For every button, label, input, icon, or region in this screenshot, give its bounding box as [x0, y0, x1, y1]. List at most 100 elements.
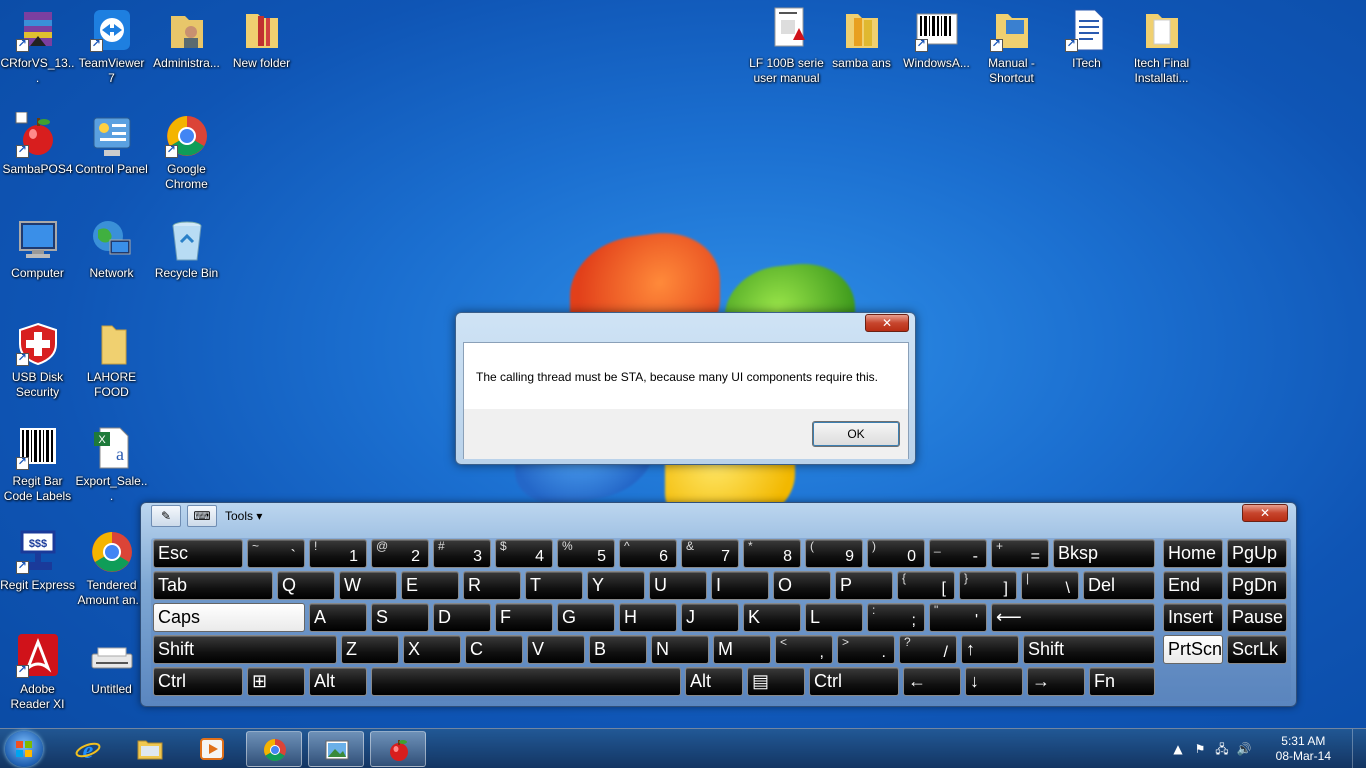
key-insert[interactable]: Insert	[1163, 603, 1223, 632]
key-r[interactable]: R	[463, 571, 521, 600]
key-up-arrow[interactable]: ↑	[961, 635, 1019, 664]
key-enter[interactable]: ⟵	[991, 603, 1155, 632]
desktop-icon-tendered-amount[interactable]: Tendered Amount an...	[74, 528, 149, 608]
key-down-arrow[interactable]: ↓	[965, 667, 1023, 696]
key-space[interactable]	[371, 667, 681, 696]
key-left-alt[interactable]: Alt	[309, 667, 367, 696]
desktop-icon-itech-final[interactable]: Itech Final Installati...	[1124, 6, 1199, 86]
key-g[interactable]: G	[557, 603, 615, 632]
key-grave[interactable]: ~ `	[247, 539, 305, 568]
taskbar-media-player[interactable]	[184, 731, 240, 767]
key-j[interactable]: J	[681, 603, 739, 632]
action-center-flag-icon[interactable]: ⚑	[1192, 741, 1208, 757]
key-scroll-lock[interactable]: ScrLk	[1227, 635, 1287, 664]
key-3[interactable]: #3	[433, 539, 491, 568]
desktop-icon-lahore-food[interactable]: LAHORE FOOD	[74, 320, 149, 400]
key-7[interactable]: & 7	[681, 539, 739, 568]
desktop-icon-regit-barcode[interactable]: Regit Bar Code Labels	[0, 424, 75, 504]
key-0[interactable]: ) 0	[867, 539, 925, 568]
desktop-icon-adobe-reader[interactable]: Adobe Reader XI	[0, 632, 75, 712]
key-a[interactable]: A	[309, 603, 367, 632]
pen-icon[interactable]: ✎	[151, 505, 181, 527]
key-4[interactable]: $4	[495, 539, 553, 568]
key-h[interactable]: H	[619, 603, 677, 632]
desktop-icon-teamviewer[interactable]: TeamViewer 7	[74, 6, 149, 86]
key-p[interactable]: P	[835, 571, 893, 600]
key-right-ctrl[interactable]: Ctrl	[809, 667, 899, 696]
ok-button[interactable]: OK	[812, 421, 900, 447]
key-b[interactable]: B	[589, 635, 647, 664]
key-left-ctrl[interactable]: Ctrl	[153, 667, 243, 696]
desktop-icon-sambapos[interactable]: SambaPOS4	[0, 111, 75, 177]
key-equals[interactable]: + =	[991, 539, 1049, 568]
chevron-up-icon[interactable]: ▲	[1170, 741, 1186, 757]
key-print-screen[interactable]: PrtScn	[1163, 635, 1223, 664]
keyboard-icon[interactable]: ⌨	[187, 505, 217, 527]
key-esc[interactable]: Esc	[153, 539, 243, 568]
key-period[interactable]: >.	[837, 635, 895, 664]
key-k[interactable]: K	[743, 603, 801, 632]
key-home[interactable]: Home	[1163, 539, 1223, 568]
key-delete[interactable]: Del	[1083, 571, 1155, 600]
key-left-bracket[interactable]: {[	[897, 571, 955, 600]
taskbar-windows-explorer[interactable]	[122, 731, 178, 767]
key-right-arrow[interactable]: →	[1027, 667, 1085, 696]
key-right-alt[interactable]: Alt	[685, 667, 743, 696]
desktop-icon-new-folder[interactable]: New folder	[224, 6, 299, 71]
desktop-icon-lf100b-manual[interactable]: LF 100B serie user manual	[749, 6, 824, 86]
key-w[interactable]: W	[339, 571, 397, 600]
desktop-icon-google-chrome[interactable]: Google Chrome	[149, 112, 224, 192]
desktop-icon-untitled[interactable]: Untitled	[74, 632, 149, 697]
taskbar-internet-explorer[interactable]: e	[60, 731, 116, 767]
key-c[interactable]: C	[465, 635, 523, 664]
key-l[interactable]: L	[805, 603, 863, 632]
key-right-bracket[interactable]: }]	[959, 571, 1017, 600]
desktop-icon-windowsa[interactable]: WindowsA...	[899, 6, 974, 71]
key-quote[interactable]: " '	[929, 603, 987, 632]
desktop-icon-export-sale[interactable]: Xa Export_Sale...	[74, 424, 149, 504]
key-backslash[interactable]: | \	[1021, 571, 1079, 600]
key-windows[interactable]: ⊞	[247, 667, 305, 696]
desktop-icon-administrator[interactable]: Administra...	[149, 6, 224, 71]
key-x[interactable]: X	[403, 635, 461, 664]
key-end[interactable]: End	[1163, 571, 1223, 600]
key-s[interactable]: S	[371, 603, 429, 632]
key-right-shift[interactable]: Shift	[1023, 635, 1155, 664]
key-6[interactable]: ^ 6	[619, 539, 677, 568]
key-8[interactable]: * 8	[743, 539, 801, 568]
start-button[interactable]	[5, 731, 43, 767]
keyboard-close-button[interactable]: ✕	[1242, 504, 1288, 522]
key-e[interactable]: E	[401, 571, 459, 600]
key-o[interactable]: O	[773, 571, 831, 600]
key-9[interactable]: (9	[805, 539, 863, 568]
tools-menu[interactable]: Tools ▾	[225, 509, 262, 523]
show-desktop-button[interactable]	[1352, 729, 1366, 768]
key-slash[interactable]: ? /	[899, 635, 957, 664]
desktop-icon-samba-ans[interactable]: samba ans	[824, 6, 899, 71]
key-tab[interactable]: Tab	[153, 571, 273, 600]
network-status-icon[interactable]: 🖧	[1214, 741, 1230, 757]
desktop-icon-recycle-bin[interactable]: Recycle Bin	[149, 216, 224, 281]
key-z[interactable]: Z	[341, 635, 399, 664]
key-left-arrow[interactable]: ←	[903, 667, 961, 696]
key-caps-lock[interactable]: Caps	[153, 603, 305, 632]
key-f[interactable]: F	[495, 603, 553, 632]
clock[interactable]: 5:31 AM 08-Mar-14	[1276, 734, 1331, 764]
key-q[interactable]: Q	[277, 571, 335, 600]
dialog-close-button[interactable]: ✕	[865, 314, 909, 332]
key-y[interactable]: Y	[587, 571, 645, 600]
taskbar-image-viewer[interactable]	[308, 731, 364, 767]
key-1[interactable]: ! 1	[309, 539, 367, 568]
key-pgup[interactable]: PgUp	[1227, 539, 1287, 568]
key-left-shift[interactable]: Shift	[153, 635, 337, 664]
desktop-icon-manual-shortcut[interactable]: Manual - Shortcut	[974, 6, 1049, 86]
key-comma[interactable]: <,	[775, 635, 833, 664]
desktop-icon-usb-disk-security[interactable]: USB Disk Security	[0, 320, 75, 400]
key-i[interactable]: I	[711, 571, 769, 600]
key-semicolon[interactable]: :;	[867, 603, 925, 632]
desktop-icon-control-panel[interactable]: Control Panel	[74, 112, 149, 177]
desktop-icon-itech[interactable]: ITech	[1049, 6, 1124, 71]
key-m[interactable]: M	[713, 635, 771, 664]
key-fn[interactable]: Fn	[1089, 667, 1155, 696]
key-t[interactable]: T	[525, 571, 583, 600]
